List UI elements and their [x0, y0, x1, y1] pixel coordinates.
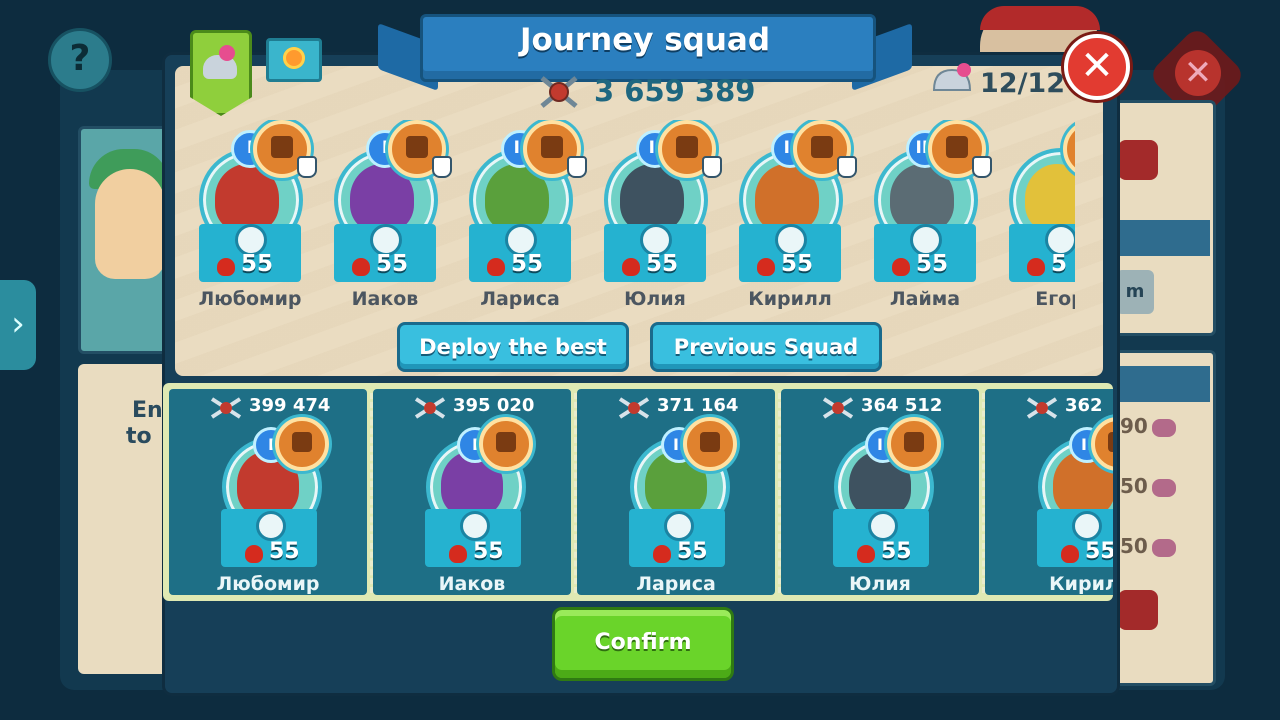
- background-value: 50: [1120, 474, 1176, 498]
- level-icon: [352, 258, 370, 276]
- background-text: to: [126, 424, 152, 449]
- hero-level: 55: [916, 251, 949, 277]
- total-power: 3 659 389: [594, 74, 756, 108]
- level-icon: [757, 258, 775, 276]
- shield-icon: [868, 511, 898, 541]
- level-icon: [653, 545, 671, 563]
- crossed-swords-icon: [540, 76, 578, 108]
- crossed-swords-icon: [1026, 397, 1058, 419]
- hero-name: Лайма: [889, 288, 961, 310]
- level-icon: [622, 258, 640, 276]
- hero-name: Любомир: [198, 288, 302, 310]
- hero-level: 55: [269, 539, 300, 564]
- hero-name: Юлия: [849, 573, 911, 595]
- level-icon: [217, 258, 235, 276]
- level-icon: [1061, 545, 1079, 563]
- close-icon: ✕: [1080, 43, 1114, 89]
- hero-level: 55: [241, 251, 274, 277]
- roster-hero-card[interactable]: 55 II Лариса: [465, 120, 587, 315]
- roster-hero-card[interactable]: 55 II Кирилл: [735, 120, 857, 315]
- hero-name: Любомир: [216, 573, 320, 595]
- shield-icon: [256, 511, 286, 541]
- claw-icon: [567, 156, 587, 178]
- previous-squad-button[interactable]: Previous Squad: [650, 322, 882, 372]
- hero-name: Иаков: [438, 573, 506, 595]
- claw-icon: [664, 511, 694, 541]
- magic-icon: [460, 511, 490, 541]
- background-value: 90: [1120, 414, 1176, 438]
- background-button: m: [1116, 270, 1154, 314]
- hero-level: 55: [677, 539, 708, 564]
- background-hero-card: [78, 126, 174, 354]
- roster-hero-card[interactable]: 55 I Любомир: [195, 120, 317, 315]
- artifact-icon: [479, 417, 533, 471]
- hero-name: Лариса: [636, 573, 716, 595]
- squad-slot[interactable]: 399 474 55 I Любомир: [169, 389, 367, 595]
- level-icon: [892, 258, 910, 276]
- background-parchment: En to: [78, 364, 168, 674]
- hero-level: 55: [473, 539, 504, 564]
- hero-power: 371 164: [657, 395, 739, 416]
- crossed-swords-icon: [414, 397, 446, 419]
- selected-squad: 399 474 55 I Любомир 395 020 55 I Иаков …: [163, 383, 1113, 601]
- hero-level: 55: [511, 251, 544, 277]
- close-button[interactable]: ✕: [1064, 34, 1130, 100]
- crossed-swords-icon: [618, 397, 650, 419]
- hero-name: Кирил: [1049, 573, 1113, 595]
- shield-icon: [297, 156, 317, 178]
- hero-level: 55: [881, 539, 912, 564]
- help-button[interactable]: ?: [48, 28, 112, 92]
- hero-level: 5: [1051, 251, 1068, 277]
- hero-count-icon: [932, 63, 972, 91]
- shield-icon: [702, 156, 722, 178]
- squad-slot[interactable]: 395 020 55 I Иаков: [373, 389, 571, 595]
- level-icon: [487, 258, 505, 276]
- deploy-best-button[interactable]: Deploy the best ones: [397, 322, 629, 403]
- hero-level: 55: [376, 251, 409, 277]
- magic-icon: [972, 156, 992, 178]
- crossed-swords-icon: [210, 397, 242, 419]
- spells-tab[interactable]: [266, 38, 322, 82]
- squad-slot[interactable]: 371 164 55 II Лариса: [577, 389, 775, 595]
- crossed-swords-icon: [822, 397, 854, 419]
- roster-hero-card[interactable]: 55 III Лайма: [870, 120, 992, 315]
- squad-slot[interactable]: 362 55 II Кирил: [985, 389, 1113, 595]
- roster-hero-card[interactable]: 55 II Юлия: [600, 120, 722, 315]
- level-icon: [857, 545, 875, 563]
- artifact-icon: [275, 417, 329, 471]
- artifact-icon: [887, 417, 941, 471]
- hero-name: Лариса: [480, 288, 560, 310]
- fireball-spell-icon: [283, 47, 305, 69]
- hero-name: Юлия: [624, 288, 686, 310]
- background-value: 50: [1120, 534, 1176, 558]
- artifact-icon: [683, 417, 737, 471]
- claw-icon: [1072, 511, 1102, 541]
- hero-name: Кирилл: [748, 288, 832, 310]
- hero-level: 55: [781, 251, 814, 277]
- background-close-icon: ✕: [1175, 50, 1221, 96]
- claw-icon: [837, 156, 857, 178]
- hero-power: 362: [1065, 395, 1103, 416]
- level-icon: [1027, 258, 1045, 276]
- confirm-button[interactable]: Confirm: [552, 607, 734, 681]
- hero-portrait: [1025, 164, 1075, 232]
- squad-slot[interactable]: 364 512 55 II Юлия: [781, 389, 979, 595]
- hero-power: 395 020: [453, 395, 535, 416]
- roster-hero-card[interactable]: 5 Егор: [1005, 120, 1075, 315]
- roster-hero-card[interactable]: 55 I Иаков: [330, 120, 452, 315]
- hero-count: 12/12: [980, 68, 1066, 99]
- hero-roster: 55 I Любомир 55 I Иаков 55 II Лариса 55: [195, 120, 1075, 320]
- level-icon: [245, 545, 263, 563]
- hero-level: 55: [646, 251, 679, 277]
- hero-name: Егор: [1035, 288, 1075, 310]
- background-text: En: [132, 398, 163, 423]
- side-arrow-button[interactable]: ›: [0, 280, 36, 370]
- magic-icon: [432, 156, 452, 178]
- hero-level: 55: [1085, 539, 1113, 564]
- hero-power: 364 512: [861, 395, 943, 416]
- dialog-title: Journey squad: [519, 22, 771, 58]
- level-icon: [449, 545, 467, 563]
- hero-name: Иаков: [351, 288, 419, 310]
- hero-power: 399 474: [249, 395, 331, 416]
